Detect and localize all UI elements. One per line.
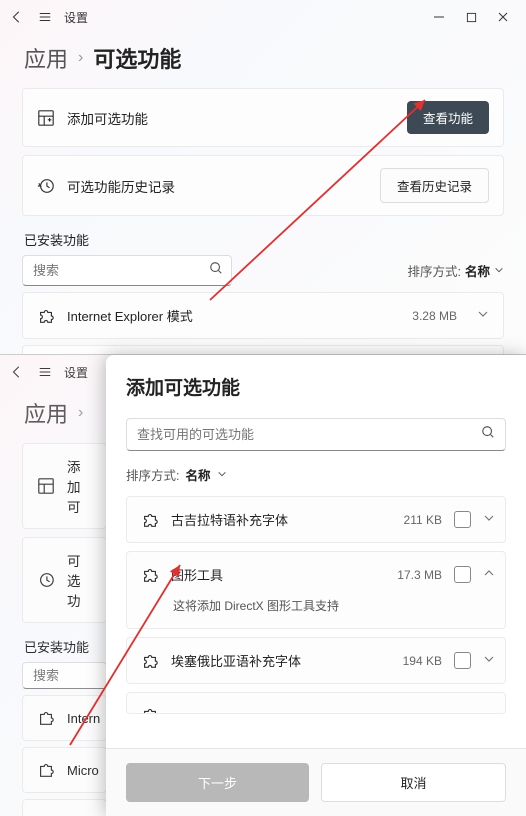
feature-checkbox[interactable]	[454, 566, 471, 583]
chevron-right-icon: ›	[78, 49, 83, 67]
puzzle-icon	[141, 566, 159, 584]
feature-description: 这将添加 DirectX 图形工具支持	[127, 597, 505, 628]
add-feature-card: 添加可	[22, 443, 107, 529]
puzzle-icon	[37, 307, 55, 325]
search-input[interactable]	[33, 263, 209, 278]
chevron-down-icon	[483, 511, 495, 529]
sort-value: 名称	[185, 465, 210, 484]
chevron-down-icon	[483, 652, 495, 670]
breadcrumb: 应用 › 可选功能	[0, 34, 526, 88]
sort-dropdown[interactable]: 排序方式: 名称	[408, 261, 505, 280]
page-title: 可选功能	[93, 42, 181, 74]
history-card: 可选功	[22, 537, 107, 623]
puzzle-icon	[37, 761, 55, 779]
history-label: 可选功能历史记录	[67, 176, 368, 196]
dialog-title: 添加可选功能	[126, 373, 506, 400]
sort-value: 名称	[465, 261, 490, 280]
chevron-down-icon	[477, 307, 489, 325]
puzzle-icon	[37, 709, 55, 727]
dialog-sort-dropdown[interactable]: 排序方式: 名称	[126, 465, 506, 484]
optional-feature-row[interactable]: 埃塞俄比亚语补充字体 194 KB	[126, 637, 506, 684]
cancel-button[interactable]: 取消	[321, 763, 506, 802]
maximize-button[interactable]	[464, 10, 478, 24]
chevron-down-icon	[217, 468, 227, 482]
feature-row[interactable]: Microsoft 快速助手 3.12 MB	[22, 345, 504, 355]
feature-size: 194 KB	[403, 654, 442, 668]
add-layout-icon	[37, 109, 55, 127]
next-button[interactable]: 下一步	[126, 763, 309, 802]
add-feature-dialog: 添加可选功能 排序方式: 名称 古吉拉特语补充字体 211 KB	[106, 355, 526, 816]
chevron-down-icon	[494, 264, 504, 278]
sort-label: 排序方式:	[126, 465, 179, 484]
puzzle-icon	[141, 652, 159, 670]
dialog-search-input[interactable]	[137, 427, 481, 442]
dialog-search-box[interactable]	[126, 418, 506, 451]
view-history-button[interactable]: 查看历史记录	[380, 168, 489, 203]
add-layout-icon	[37, 477, 55, 495]
feature-name: Intern	[67, 711, 100, 726]
window-title: 设置	[64, 9, 88, 26]
feature-row: Intern	[22, 695, 107, 741]
add-feature-label: 添加可	[67, 456, 92, 516]
feature-checkbox[interactable]	[454, 511, 471, 528]
history-label: 可选功	[67, 550, 92, 610]
search-icon	[209, 261, 223, 280]
chevron-up-icon	[483, 566, 495, 584]
chevron-right-icon: ›	[78, 404, 83, 422]
window-title: 设置	[64, 364, 88, 381]
close-button[interactable]	[496, 10, 510, 24]
breadcrumb-parent[interactable]: 应用	[24, 42, 68, 74]
breadcrumb-parent: 应用	[24, 397, 68, 429]
feature-name: 图形工具	[171, 565, 385, 584]
feature-name: 古吉拉特语补充字体	[171, 510, 392, 529]
minimize-button[interactable]	[432, 10, 446, 24]
optional-feature-row[interactable]: 古吉拉特语补充字体 211 KB	[126, 496, 506, 543]
add-feature-label: 添加可选功能	[67, 108, 395, 128]
optional-feature-row[interactable]	[126, 692, 506, 714]
sort-label: 排序方式:	[408, 261, 461, 280]
optional-feature-row[interactable]: 图形工具 17.3 MB 这将添加 DirectX 图形工具支持	[126, 551, 506, 629]
search-box[interactable]	[22, 255, 232, 286]
feature-size: 3.28 MB	[412, 309, 457, 323]
back-button[interactable]	[8, 363, 26, 381]
feature-size: 17.3 MB	[397, 568, 442, 582]
feature-row: Micro	[22, 747, 107, 793]
hamburger-button[interactable]	[36, 363, 54, 381]
feature-checkbox[interactable]	[454, 652, 471, 669]
feature-name: Internet Explorer 模式	[67, 306, 400, 325]
search-box[interactable]	[22, 662, 107, 689]
view-features-button[interactable]: 查看功能	[407, 101, 489, 134]
history-icon	[37, 571, 55, 589]
puzzle-icon	[141, 511, 159, 529]
add-feature-card: 添加可选功能 查看功能	[22, 88, 504, 147]
feature-name: Micro	[67, 763, 99, 778]
feature-row[interactable]: Internet Explorer 模式 3.28 MB	[22, 292, 504, 339]
history-icon	[37, 177, 55, 195]
feature-size: 211 KB	[404, 513, 442, 527]
feature-row: Open	[22, 799, 107, 816]
back-button[interactable]	[8, 8, 26, 26]
hamburger-button[interactable]	[36, 8, 54, 26]
installed-section-title: 已安装功能	[24, 230, 502, 249]
feature-name: 埃塞俄比亚语补充字体	[171, 651, 391, 670]
history-card: 可选功能历史记录 查看历史记录	[22, 155, 504, 216]
search-icon	[481, 425, 495, 444]
puzzle-icon	[141, 706, 159, 714]
